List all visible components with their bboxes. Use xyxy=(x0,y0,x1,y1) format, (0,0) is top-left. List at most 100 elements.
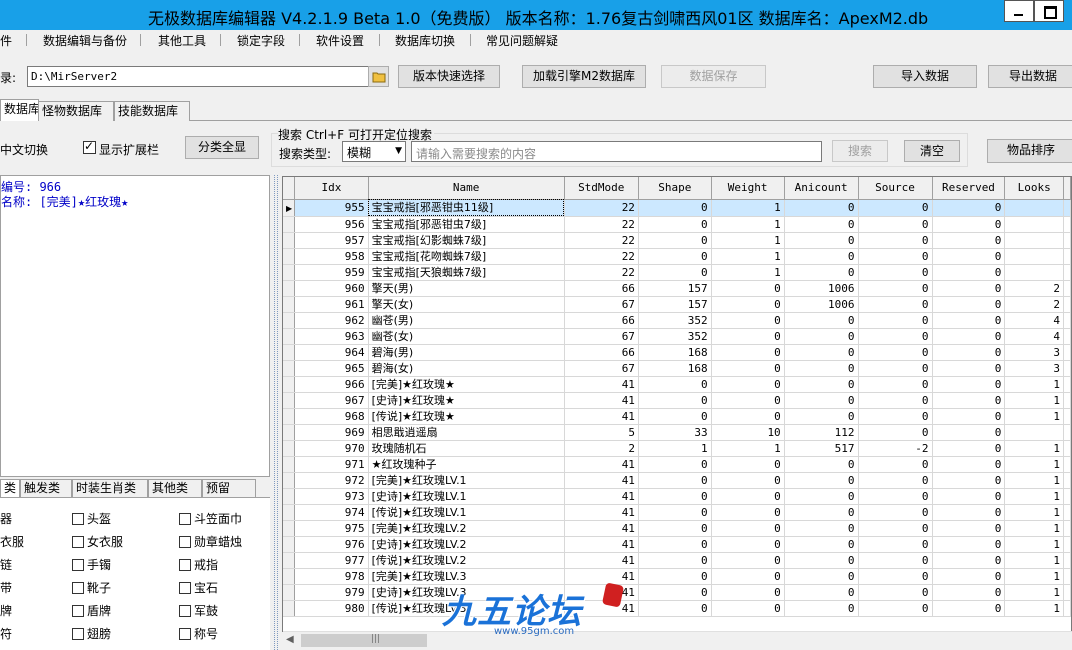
row-header[interactable] xyxy=(283,360,296,377)
cell-source[interactable]: 0 xyxy=(858,472,933,489)
category-tab-fashion-zodiac[interactable]: 时装生肖类 xyxy=(72,479,148,498)
cell-stdmode[interactable]: 67 xyxy=(564,360,639,377)
category-checkbox[interactable]: 军鼓 xyxy=(179,602,218,619)
category-checkbox[interactable]: 靴子 xyxy=(72,579,111,596)
cell-looks[interactable]: 4 xyxy=(1004,328,1064,345)
cell-reserved[interactable]: 0 xyxy=(932,328,1006,345)
cell-looks[interactable]: 2 xyxy=(1004,296,1064,313)
cell-shape[interactable]: 168 xyxy=(638,344,712,361)
cell-stdmode[interactable]: 41 xyxy=(564,376,639,393)
cell-stdmode[interactable]: 41 xyxy=(564,408,639,425)
menu-faq[interactable]: 常见问题解疑 xyxy=(486,32,558,49)
row-header[interactable] xyxy=(283,552,296,569)
cell-shape[interactable]: 0 xyxy=(638,568,712,585)
minimize-button[interactable] xyxy=(1004,0,1034,22)
cell-stdmode[interactable]: 41 xyxy=(564,536,639,553)
cell-weight[interactable]: 0 xyxy=(711,408,785,425)
cell-anicount[interactable]: 1006 xyxy=(784,280,859,297)
cell-shape[interactable]: 352 xyxy=(638,312,712,329)
cell-idx[interactable]: 965 xyxy=(294,360,369,377)
browse-folder-button[interactable] xyxy=(368,66,389,87)
cell-weight[interactable]: 1 xyxy=(711,264,785,281)
cell-name[interactable]: 幽苍(男) xyxy=(368,312,565,329)
cell-looks[interactable]: 1 xyxy=(1004,392,1064,409)
category-checkbox[interactable]: 勋章蜡烛 xyxy=(179,533,242,550)
cell-shape[interactable]: 157 xyxy=(638,296,712,313)
table-row[interactable]: 962 幽苍(男) 66 352 0 0 0 0 4 xyxy=(283,312,1071,329)
menu-settings[interactable]: 软件设置 xyxy=(316,32,364,49)
show-extension-label[interactable]: 显示扩展栏 xyxy=(99,141,159,158)
cell-idx[interactable]: 979 xyxy=(294,584,369,601)
cell-shape[interactable]: 0 xyxy=(638,504,712,521)
cell-stdmode[interactable]: 22 xyxy=(564,264,639,281)
cell-weight[interactable]: 0 xyxy=(711,584,785,601)
cell-anicount[interactable]: 0 xyxy=(784,216,859,233)
cell-reserved[interactable]: 0 xyxy=(932,552,1006,569)
cell-stdmode[interactable]: 41 xyxy=(564,520,639,537)
cell-looks[interactable]: 1 xyxy=(1004,600,1064,617)
table-row[interactable]: 975 [完美]★红玫瑰LV.2 41 0 0 0 0 0 1 xyxy=(283,520,1071,537)
menu-other-tools[interactable]: 其他工具 xyxy=(158,32,206,49)
tab-item-db[interactable]: 数据库 xyxy=(0,99,40,121)
cell-source[interactable]: 0 xyxy=(858,232,933,249)
cell-looks[interactable]: 1 xyxy=(1004,520,1064,537)
cell-name[interactable]: [史诗]★红玫瑰★ xyxy=(368,392,565,409)
maximize-button[interactable] xyxy=(1034,0,1064,22)
cell-reserved[interactable]: 0 xyxy=(932,344,1006,361)
row-header[interactable] xyxy=(283,199,296,217)
checkbox-box[interactable] xyxy=(179,513,191,525)
table-row[interactable]: 977 [传说]★红玫瑰LV.2 41 0 0 0 0 0 1 xyxy=(283,552,1071,569)
column-header-shape[interactable]: Shape xyxy=(638,177,712,200)
cell-reserved[interactable]: 0 xyxy=(932,520,1006,537)
cell-reserved[interactable]: 0 xyxy=(932,472,1006,489)
cell-name[interactable]: 宝宝戒指[幻影蜘蛛7级] xyxy=(368,232,565,249)
cell-anicount[interactable]: 0 xyxy=(784,392,859,409)
cell-source[interactable]: 0 xyxy=(858,568,933,585)
row-header[interactable] xyxy=(283,216,296,233)
column-header-looks[interactable]: Looks xyxy=(1004,177,1064,200)
cell-looks[interactable]: 4 xyxy=(1004,312,1064,329)
show-extension-checkbox[interactable] xyxy=(83,139,96,154)
cell-anicount[interactable]: 0 xyxy=(784,199,859,217)
cell-anicount[interactable]: 112 xyxy=(784,424,859,441)
cell-shape[interactable]: 0 xyxy=(638,408,712,425)
cell-shape[interactable]: 0 xyxy=(638,376,712,393)
column-header-reserved[interactable]: Reserved xyxy=(932,177,1006,200)
cell-idx[interactable]: 955 xyxy=(294,199,369,217)
cell-looks[interactable]: 1 xyxy=(1004,552,1064,569)
table-row[interactable]: 978 [完美]★红玫瑰LV.3 41 0 0 0 0 0 1 xyxy=(283,568,1071,585)
cell-weight[interactable]: 0 xyxy=(711,536,785,553)
cell-source[interactable]: 0 xyxy=(858,424,933,441)
cell-anicount[interactable]: 0 xyxy=(784,264,859,281)
cell-idx[interactable]: 971 xyxy=(294,456,369,473)
row-header[interactable] xyxy=(283,504,296,521)
cell-weight[interactable]: 1 xyxy=(711,199,785,217)
cell-stdmode[interactable]: 41 xyxy=(564,488,639,505)
cell-source[interactable]: -2 xyxy=(858,440,933,457)
cell-source[interactable]: 0 xyxy=(858,392,933,409)
cell-stdmode[interactable]: 66 xyxy=(564,312,639,329)
row-header[interactable] xyxy=(283,568,296,585)
cell-shape[interactable]: 0 xyxy=(638,264,712,281)
checkbox-box[interactable] xyxy=(72,582,84,594)
cell-idx[interactable]: 968 xyxy=(294,408,369,425)
cell-idx[interactable]: 957 xyxy=(294,232,369,249)
scroll-thumb[interactable]: ||| xyxy=(301,634,427,647)
cell-anicount[interactable]: 0 xyxy=(784,456,859,473)
row-header[interactable] xyxy=(283,296,296,313)
row-header[interactable] xyxy=(283,456,296,473)
cell-idx[interactable]: 961 xyxy=(294,296,369,313)
row-header[interactable] xyxy=(283,248,296,265)
cell-reserved[interactable]: 0 xyxy=(932,456,1006,473)
horizontal-scrollbar[interactable]: ◀ ||| xyxy=(283,631,1072,648)
cell-looks[interactable]: 1 xyxy=(1004,440,1064,457)
cell-looks[interactable]: 1 xyxy=(1004,488,1064,505)
cell-name[interactable]: [完美]★红玫瑰LV.2 xyxy=(368,520,565,537)
cell-anicount[interactable]: 0 xyxy=(784,520,859,537)
column-header-source[interactable]: Source xyxy=(858,177,933,200)
cell-shape[interactable]: 0 xyxy=(638,536,712,553)
cell-source[interactable]: 0 xyxy=(858,312,933,329)
cell-anicount[interactable]: 0 xyxy=(784,600,859,617)
cell-shape[interactable]: 352 xyxy=(638,328,712,345)
cell-anicount[interactable]: 0 xyxy=(784,328,859,345)
